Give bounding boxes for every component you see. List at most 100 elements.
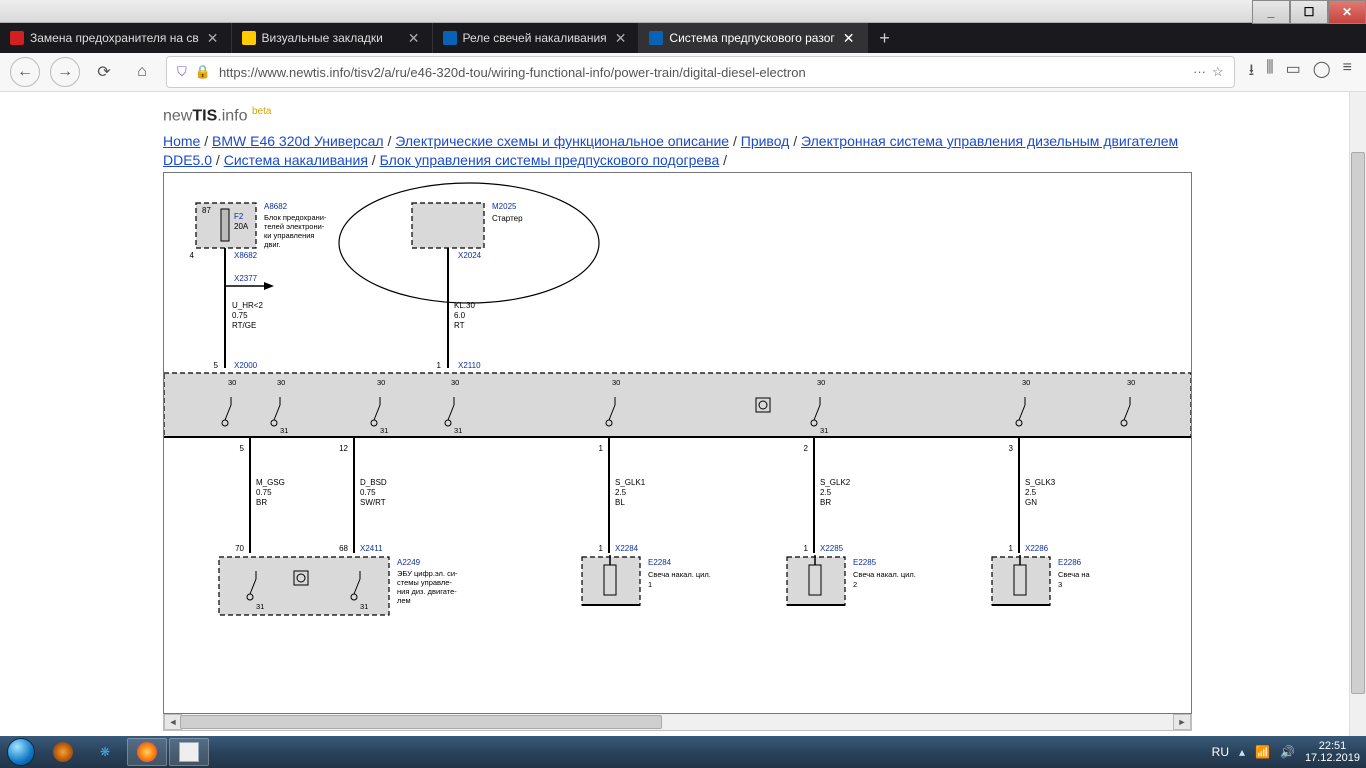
new-tab-button[interactable]: + bbox=[868, 23, 902, 53]
svg-text:X8682: X8682 bbox=[234, 251, 258, 260]
browser-toolbar: ← → ⟳ ⌂ ⛉ 🔒 https://www.newtis.info/tisv… bbox=[0, 53, 1366, 92]
svg-text:1: 1 bbox=[1009, 544, 1014, 553]
tab-close-icon[interactable]: ✕ bbox=[613, 30, 629, 47]
tab-close-icon[interactable]: ✕ bbox=[841, 30, 857, 47]
svg-text:0.75: 0.75 bbox=[360, 488, 376, 497]
svg-text:31: 31 bbox=[256, 602, 264, 611]
svg-text:1: 1 bbox=[437, 361, 442, 370]
svg-text:M2025: M2025 bbox=[492, 202, 517, 211]
svg-text:3: 3 bbox=[1009, 444, 1014, 453]
svg-text:стемы управле-: стемы управле- bbox=[397, 578, 452, 587]
window-close-button[interactable]: ✕ bbox=[1328, 0, 1366, 24]
svg-text:X2411: X2411 bbox=[360, 544, 383, 553]
breadcrumb-link[interactable]: Блок управления системы предпускового по… bbox=[380, 152, 720, 168]
browser-tab[interactable]: Реле свечей накаливания ✕ bbox=[433, 23, 640, 53]
scroll-thumb[interactable] bbox=[180, 715, 662, 729]
svg-text:31: 31 bbox=[454, 426, 462, 435]
site-logo: newTIS.info beta bbox=[163, 106, 271, 125]
browser-tabbar: Замена предохранителя на св ✕ Визуальные… bbox=[0, 23, 1366, 53]
nav-back-button[interactable]: ← bbox=[10, 57, 40, 87]
svg-text:X2000: X2000 bbox=[234, 361, 258, 370]
svg-text:1: 1 bbox=[648, 580, 652, 589]
breadcrumb-link[interactable]: BMW E46 320d Универсал bbox=[212, 133, 384, 149]
svg-text:1: 1 bbox=[599, 544, 604, 553]
svg-text:87: 87 bbox=[202, 206, 211, 215]
wiring-diagram: 87F220AA8682Блок предохрани-телей электр… bbox=[163, 172, 1192, 714]
svg-text:ки управления: ки управления bbox=[264, 231, 314, 240]
svg-text:31: 31 bbox=[380, 426, 388, 435]
browser-tab[interactable]: Замена предохранителя на св ✕ bbox=[0, 23, 232, 53]
system-tray: RU ▴ 📶 🔊 22:51 17.12.2019 bbox=[1212, 740, 1366, 764]
svg-text:X2377: X2377 bbox=[234, 274, 258, 283]
browser-tab[interactable]: Система предпускового разог ✕ bbox=[639, 23, 867, 53]
lock-icon: 🔒 bbox=[195, 64, 211, 80]
window-titlebar: _ ☐ ✕ bbox=[0, 0, 1366, 23]
svg-text:телей электрони-: телей электрони- bbox=[264, 222, 325, 231]
windows-orb-icon bbox=[7, 738, 35, 766]
svg-text:X2286: X2286 bbox=[1025, 544, 1049, 553]
url-bar[interactable]: ⛉ 🔒 https://www.newtis.info/tisv2/a/ru/e… bbox=[166, 56, 1235, 88]
browser-tab[interactable]: Визуальные закладки ✕ bbox=[232, 23, 433, 53]
svg-text:двиг.: двиг. bbox=[264, 240, 280, 249]
horizontal-scrollbar[interactable]: ◄ ► bbox=[163, 714, 1192, 731]
svg-text:1: 1 bbox=[599, 444, 604, 453]
breadcrumb-separator: / bbox=[729, 133, 741, 149]
task-icon-app1[interactable] bbox=[43, 738, 83, 766]
breadcrumb-link[interactable]: Home bbox=[163, 133, 200, 149]
tab-favicon-icon bbox=[649, 31, 663, 45]
nav-forward-button[interactable]: → bbox=[50, 57, 80, 87]
tab-title: Визуальные закладки bbox=[262, 31, 400, 45]
tab-title: Замена предохранителя на св bbox=[30, 31, 199, 45]
svg-text:30: 30 bbox=[451, 378, 459, 387]
svg-text:30: 30 bbox=[1127, 378, 1135, 387]
svg-text:S_GLK1: S_GLK1 bbox=[615, 478, 646, 487]
breadcrumb-separator: / bbox=[200, 133, 212, 149]
svg-text:D_BSD: D_BSD bbox=[360, 478, 387, 487]
tray-volume-icon[interactable]: 🔊 bbox=[1280, 745, 1295, 759]
vertical-scrollbar[interactable] bbox=[1349, 92, 1366, 748]
window-minimize-button[interactable]: _ bbox=[1252, 0, 1290, 24]
scroll-right-arrow[interactable]: ► bbox=[1173, 714, 1191, 730]
svg-text:X2110: X2110 bbox=[458, 361, 481, 370]
breadcrumb-link[interactable]: Привод bbox=[741, 133, 790, 149]
breadcrumb-separator: / bbox=[719, 152, 727, 168]
nav-home-button[interactable]: ⌂ bbox=[128, 58, 156, 86]
svg-text:X2284: X2284 bbox=[615, 544, 639, 553]
downloads-icon[interactable]: ⭳ bbox=[1249, 59, 1255, 86]
tray-network-icon[interactable]: 📶 bbox=[1255, 745, 1270, 759]
breadcrumb: Home / BMW E46 320d Универсал / Электрич… bbox=[163, 132, 1196, 170]
breadcrumb-separator: / bbox=[384, 133, 396, 149]
task-icon-app2[interactable]: ❋ bbox=[85, 738, 125, 766]
tray-language[interactable]: RU bbox=[1212, 745, 1229, 759]
breadcrumb-link[interactable]: Электрические схемы и функциональное опи… bbox=[395, 133, 729, 149]
bookmark-star-icon[interactable]: ☆ bbox=[1212, 64, 1224, 80]
svg-text:1: 1 bbox=[804, 544, 809, 553]
vscroll-thumb[interactable] bbox=[1351, 152, 1365, 694]
svg-text:31: 31 bbox=[280, 426, 288, 435]
tray-flag-icon[interactable]: ▴ bbox=[1239, 745, 1245, 759]
svg-text:E2284: E2284 bbox=[648, 558, 672, 567]
sidebar-icon[interactable]: ▭ bbox=[1286, 59, 1301, 86]
breadcrumb-separator: / bbox=[212, 152, 224, 168]
svg-text:0.75: 0.75 bbox=[232, 311, 248, 320]
svg-text:31: 31 bbox=[820, 426, 828, 435]
svg-text:Свеча накал. цил.: Свеча накал. цил. bbox=[853, 570, 916, 579]
page-actions-icon[interactable]: ··· bbox=[1193, 64, 1206, 80]
account-icon[interactable]: ◯ bbox=[1313, 59, 1331, 86]
svg-text:3: 3 bbox=[1058, 580, 1062, 589]
svg-text:31: 31 bbox=[360, 602, 368, 611]
tab-close-icon[interactable]: ✕ bbox=[406, 30, 422, 47]
svg-text:2.5: 2.5 bbox=[1025, 488, 1037, 497]
library-icon[interactable]: ⫼ bbox=[1266, 59, 1273, 86]
app-menu-icon[interactable]: ≡ bbox=[1343, 59, 1352, 86]
start-button[interactable] bbox=[0, 736, 42, 768]
task-icon-editor[interactable] bbox=[169, 738, 209, 766]
task-icon-firefox[interactable] bbox=[127, 738, 167, 766]
tab-close-icon[interactable]: ✕ bbox=[205, 30, 221, 47]
breadcrumb-link[interactable]: Система накаливания bbox=[224, 152, 368, 168]
tab-favicon-icon bbox=[443, 31, 457, 45]
tray-clock[interactable]: 22:51 17.12.2019 bbox=[1305, 740, 1360, 764]
nav-reload-button[interactable]: ⟳ bbox=[90, 58, 118, 86]
tracking-shield-icon[interactable]: ⛉ bbox=[177, 64, 187, 80]
window-maximize-button[interactable]: ☐ bbox=[1290, 0, 1328, 24]
